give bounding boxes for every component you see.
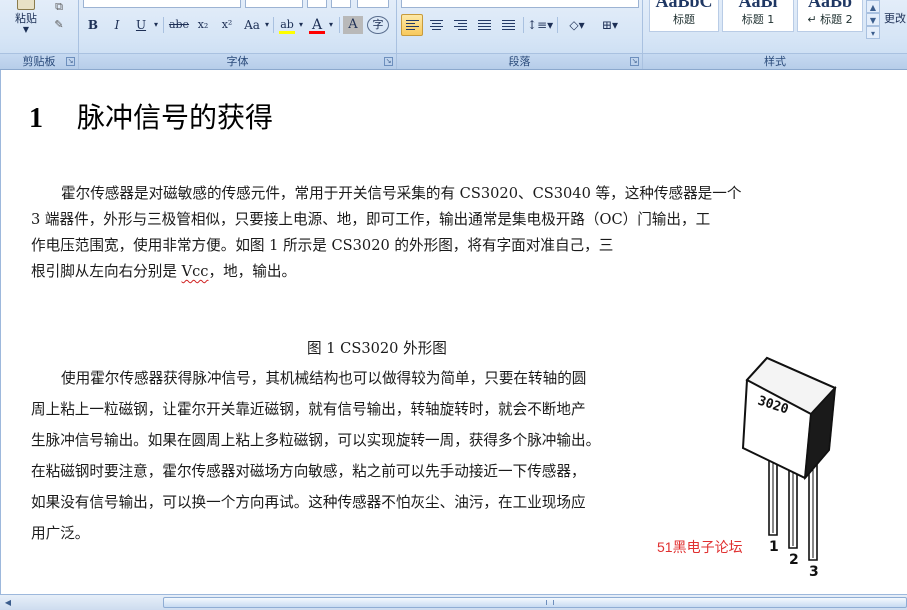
paragraph-launcher-icon[interactable]: ↘: [630, 57, 639, 66]
chevron-up-icon[interactable]: ▲: [866, 0, 880, 13]
styles-group-label: 样式: [643, 53, 907, 69]
heading-number: 1: [29, 103, 43, 134]
paragraph-2-line: 如果没有信号输出，可以换一个方向再试。这种传感器不怕灰尘、油污，在工业现场应: [31, 494, 586, 511]
document-page[interactable]: 1 脉冲信号的获得 霍尔传感器是对磁敏感的传感元件，常用于开关信号采集的有 CS3…: [1, 70, 907, 594]
list-buttons-row: [401, 0, 639, 8]
heading-text: 脉冲信号的获得: [77, 101, 274, 134]
pin-label-3: 3: [809, 564, 819, 580]
paragraph-1-line: 作电压范围宽，使用非常方便。如图 1 所示是 CS3020 的外形图，将有字面对…: [31, 237, 614, 254]
grow-font-button[interactable]: [307, 0, 327, 8]
superscript-button[interactable]: x²: [217, 14, 237, 36]
paragraph-2-line: 在粘磁钢时要注意，霍尔传感器对磁场方向敏感，粘之前可以先手动接近一下传感器，: [31, 463, 586, 480]
change-case-button[interactable]: Aa: [241, 14, 263, 36]
style-heading-1[interactable]: AaBl 标题 1: [722, 0, 794, 32]
font-size-box[interactable]: [245, 0, 303, 8]
shading-button[interactable]: ◇▾: [561, 14, 593, 36]
watermark-text: 51黑电子论坛: [657, 539, 743, 555]
pin-label-1: 1: [769, 539, 779, 555]
shrink-font-button[interactable]: [331, 0, 351, 8]
font-launcher-icon[interactable]: ↘: [384, 57, 393, 66]
styles-gallery-scroll[interactable]: ▲ ▼ ▾: [866, 0, 880, 40]
paste-dropdown-arrow[interactable]: ▼: [8, 25, 44, 34]
horizontal-scrollbar[interactable]: ◀: [0, 594, 907, 610]
document-canvas[interactable]: 1 脉冲信号的获得 霍尔传感器是对磁敏感的传感元件，常用于开关信号采集的有 CS3…: [0, 70, 907, 594]
divider: [557, 17, 558, 33]
bold-button[interactable]: B: [83, 14, 103, 36]
font-group: B I U ▾ abe x₂ x² Aa ▾ ab ▾ A ▾ A 字 字体 ↘: [79, 0, 397, 69]
paragraph-group-label: 段落: [397, 53, 642, 69]
character-shading-button[interactable]: A: [343, 16, 363, 34]
font-group-label: 字体: [79, 53, 396, 69]
subscript-button[interactable]: x₂: [193, 14, 213, 36]
copy-icon[interactable]: ⧉: [50, 0, 68, 14]
paste-icon: [17, 0, 35, 10]
scroll-left-icon[interactable]: ◀: [2, 597, 14, 608]
paragraph-1-text: 根引脚从左向右分别是: [31, 263, 182, 280]
divider: [273, 17, 274, 33]
ribbon: 粘贴 ▼ ⧉ ✎ 剪贴板 ↘ B I U ▾ abe x₂ x² Aa ▾ ab…: [0, 0, 907, 70]
vcc-text: Vcc: [181, 263, 209, 280]
align-right-button[interactable]: [449, 14, 471, 36]
borders-button[interactable]: ⊞▾: [595, 14, 625, 36]
more-styles-icon[interactable]: ▾: [866, 26, 880, 39]
align-center-icon: [430, 20, 443, 32]
clipboard-launcher-icon[interactable]: ↘: [66, 57, 75, 66]
paragraph-1-tail: ，地，输出。: [208, 263, 297, 280]
font-color-swatch: [309, 31, 325, 34]
strikethrough-button[interactable]: abe: [167, 14, 191, 36]
style-name: ↵ 标题 2: [807, 13, 853, 26]
distribute-icon: [502, 20, 515, 32]
figure-caption: 图 1 CS3020 外形图: [307, 340, 447, 357]
format-painter-icon[interactable]: ✎: [50, 18, 68, 32]
justify-button[interactable]: [473, 14, 495, 36]
underline-dropdown-icon[interactable]: ▾: [151, 14, 161, 36]
style-name: 标题: [673, 13, 695, 26]
style-title[interactable]: AaBbC 标题: [649, 0, 719, 32]
paragraph-1-line: 3 端器件，外形与三极管相似，只要接上电源、地，即可工作，输出通常是集电极开路（…: [31, 211, 711, 228]
paragraph-1-line: 霍尔传感器是对磁敏感的传感元件，常用于开关信号采集的有 CS3020、CS304…: [61, 185, 742, 202]
highlight-dropdown-icon[interactable]: ▾: [297, 14, 305, 36]
underline-button[interactable]: U: [131, 14, 151, 36]
paste-label: 粘贴: [15, 12, 37, 25]
paragraph-2-line: 生脉冲信号输出。如果在圆周上粘上多粒磁钢，可以实现旋转一周，获得多个脉冲输出。: [31, 432, 601, 449]
pin-label-2: 2: [789, 552, 799, 568]
paragraph-2-line: 使用霍尔传感器获得脉冲信号，其机械结构也可以做得较为简单，只要在转轴的圆: [61, 370, 587, 387]
paste-button[interactable]: 粘贴 ▼: [8, 0, 44, 44]
divider: [523, 17, 524, 33]
scrollbar-thumb[interactable]: [163, 597, 907, 608]
font-color-dropdown-icon[interactable]: ▾: [327, 14, 335, 36]
align-right-icon: [454, 20, 467, 32]
align-center-button[interactable]: [425, 14, 447, 36]
paragraph-group: ↕≡▾ ◇▾ ⊞▾ 段落 ↘: [397, 0, 643, 69]
cs3020-component-image: 3020 1 2 3: [741, 356, 837, 580]
align-left-button[interactable]: [401, 14, 423, 36]
change-case-dropdown-icon[interactable]: ▾: [263, 14, 271, 36]
line-spacing-button[interactable]: ↕≡▾: [527, 14, 553, 36]
scrollbar-grip-icon: [546, 600, 554, 605]
change-styles-button[interactable]: 更改: [884, 10, 906, 26]
font-name-box[interactable]: [83, 0, 241, 8]
divider: [163, 17, 164, 33]
chevron-down-icon[interactable]: ▼: [866, 13, 880, 26]
align-left-icon: [406, 20, 419, 32]
italic-button[interactable]: I: [107, 14, 127, 36]
clear-format-button[interactable]: [357, 0, 389, 8]
paragraph-2-line: 周上粘上一粒磁钢，让霍尔开关靠近磁钢，就有信号输出，转轴旋转时，就会不断地产: [31, 401, 586, 418]
distribute-button[interactable]: [497, 14, 519, 36]
enclose-characters-button[interactable]: 字: [367, 16, 389, 34]
divider: [339, 17, 340, 33]
style-heading-2[interactable]: AaBb ↵ 标题 2: [797, 0, 863, 32]
style-name: 标题 1: [741, 13, 775, 26]
justify-icon: [478, 20, 491, 32]
paragraph-1-line: 根引脚从左向右分别是 Vcc，地，输出。: [31, 259, 296, 285]
highlight-color-swatch: [279, 31, 295, 34]
clipboard-group: 粘贴 ▼ ⧉ ✎ 剪贴板 ↘: [0, 0, 79, 69]
section-heading: 1 脉冲信号的获得: [29, 100, 273, 137]
paragraph-2-line: 用广泛。: [31, 525, 90, 542]
